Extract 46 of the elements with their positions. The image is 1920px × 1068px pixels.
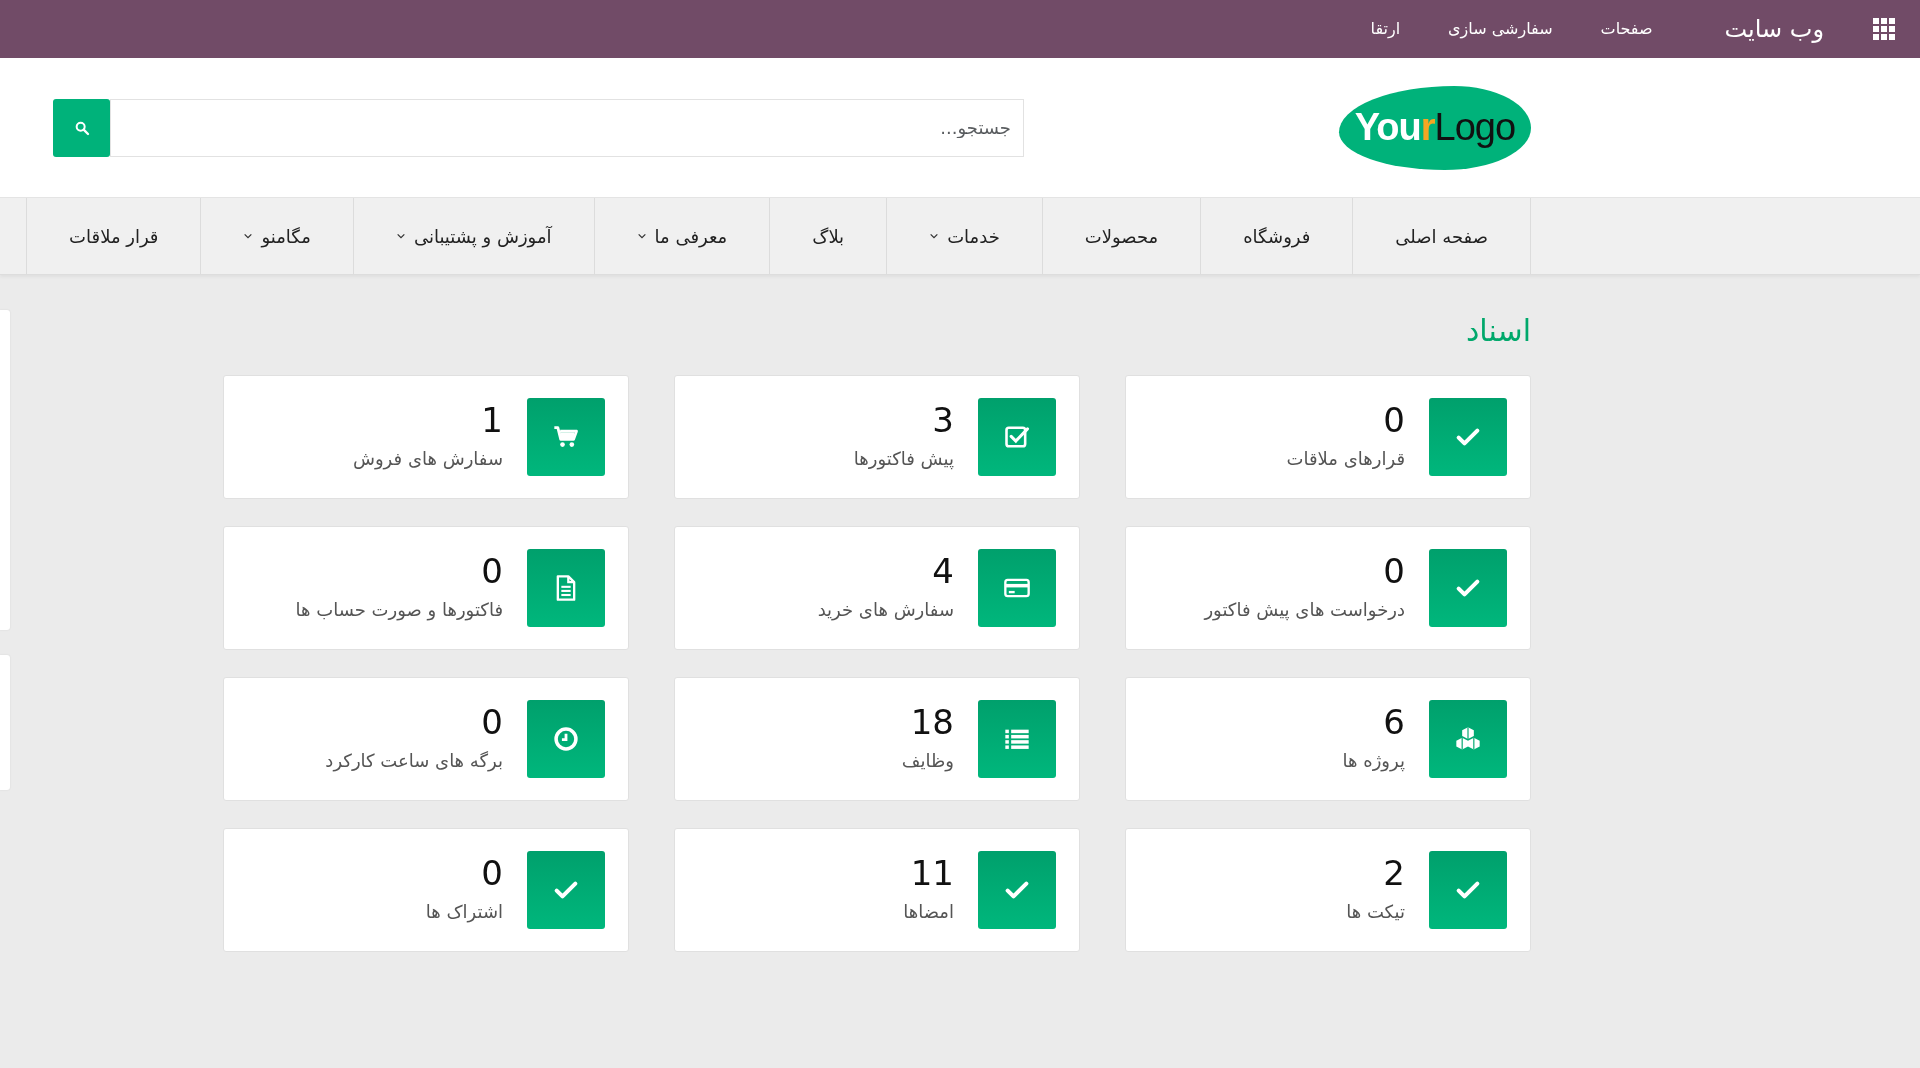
app-title: وب سایت (1724, 14, 1824, 45)
document-count: 3 (931, 401, 954, 440)
page-title: اسناد (1464, 313, 1531, 349)
document-label: برگه های ساعت کارکرد (325, 749, 503, 774)
nav-item[interactable]: بلاگ (769, 198, 887, 274)
document-label: اشتراک ها (425, 900, 503, 925)
nav-item[interactable]: قرار ملاقات (26, 198, 201, 274)
logo[interactable]: YourLogo (1339, 85, 1531, 170)
document-count: 1 (480, 401, 503, 440)
document-label: تیکت ها (1346, 900, 1405, 925)
document-count: 18 (909, 703, 954, 742)
document-count: 0 (480, 703, 503, 742)
document-label: سفارش های خرید (817, 598, 954, 623)
apps-grid-icon (1872, 17, 1896, 41)
nav-item[interactable]: آموزش و پشتیبانی (352, 198, 594, 274)
nav-item[interactable]: فروشگاه (1200, 198, 1353, 274)
document-label: امضاها (903, 900, 954, 925)
search-icon (73, 119, 90, 136)
search-field[interactable]: جستجو... (110, 98, 1024, 157)
document-count: 0 (1382, 401, 1405, 440)
document-label: سفارش های فروش (352, 447, 503, 472)
checked-box-icon (1003, 423, 1031, 451)
document-count: 11 (909, 854, 954, 893)
nav-item[interactable]: معرفی ما (593, 198, 770, 274)
search-button[interactable] (53, 98, 110, 157)
document-count: 6 (1382, 703, 1405, 742)
document-label: وظایف (901, 749, 954, 774)
document-label: قرارهای ملاقات (1286, 447, 1405, 472)
document-count: 0 (480, 552, 503, 591)
menu-item[interactable]: سفارشی سازی (1448, 17, 1553, 41)
nav-item[interactable]: محصولات (1041, 198, 1201, 274)
document-label: پیش فاکتورها (853, 447, 954, 472)
menu-item[interactable]: ارتقا (1370, 17, 1401, 41)
document-count: 4 (931, 552, 954, 591)
clock-icon (552, 725, 580, 753)
document-count: 0 (1382, 552, 1405, 591)
document-label: فاکتورها و صورت حساب ها (295, 598, 503, 623)
document-label: درخواست های پیش فاکتور (1204, 598, 1405, 623)
nav-item[interactable]: صفحه اصلی (1352, 198, 1531, 274)
nav-item[interactable]: مگامنو (200, 198, 353, 274)
cubes-icon (1454, 725, 1482, 753)
document-label: پروژه ها (1342, 749, 1405, 774)
document-count: 2 (1382, 854, 1405, 893)
document-count: 0 (480, 854, 503, 893)
menu-item[interactable]: صفحات (1600, 17, 1653, 41)
nav-item[interactable]: خدمات (886, 198, 1042, 274)
